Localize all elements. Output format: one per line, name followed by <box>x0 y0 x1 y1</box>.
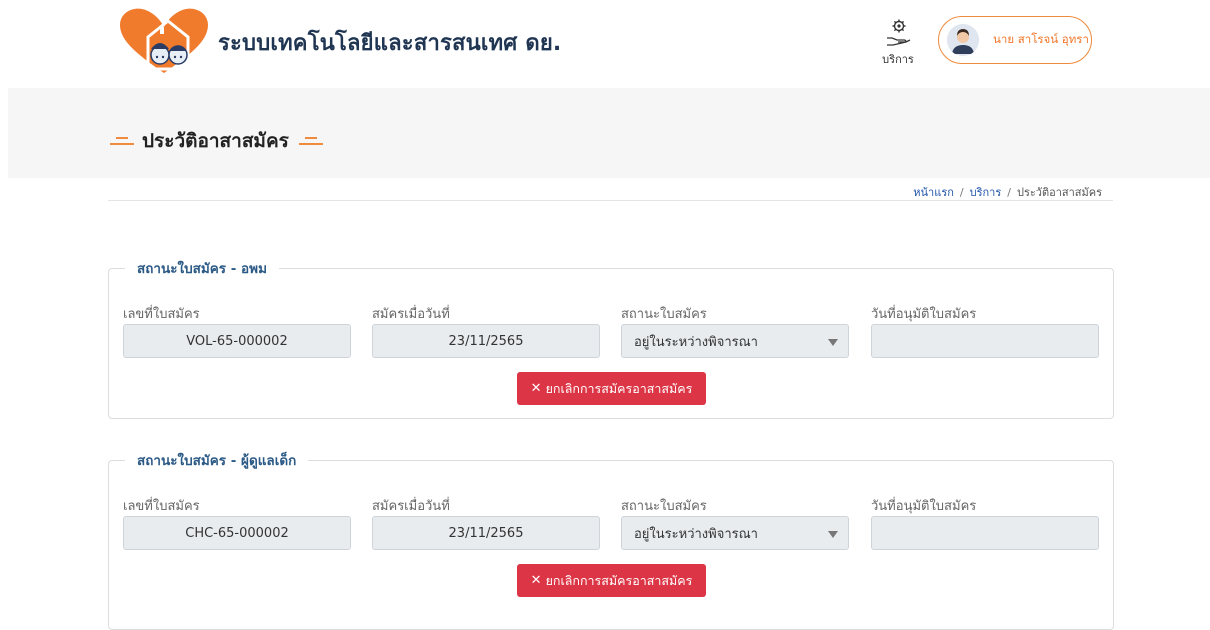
cancel-application-button[interactable]: ✕ ยกเลิกการสมัครอาสาสมัคร <box>517 564 706 597</box>
breadcrumb-separator: / <box>1007 186 1011 199</box>
status-select[interactable]: อยู่ในระหว่างพิจารณา <box>621 516 849 550</box>
breadcrumb-service-link[interactable]: บริการ <box>970 186 1002 199</box>
breadcrumb-current: ประวัติอาสาสมัคร <box>1016 186 1102 199</box>
application-no-label: เลขที่ใบสมัคร <box>123 307 200 322</box>
close-icon: ✕ <box>530 381 542 396</box>
title-decoration-left <box>110 136 134 146</box>
applied-date-label: สมัครเมื่อวันที่ <box>372 499 450 514</box>
application-no-field[interactable]: CHC-65-000002 <box>123 516 351 550</box>
top-header: ระบบเทคโนโลยีและสารสนเทศ ดย. บริการ นาย … <box>0 0 1210 88</box>
cancel-button-label: ยกเลิกการสมัครอาสาสมัคร <box>545 572 693 588</box>
user-name: นาย สาโรจน์ อุทรา <box>993 32 1089 46</box>
page-title-text: ประวัติอาสาสมัคร <box>142 130 289 152</box>
breadcrumb-divider <box>108 200 1113 201</box>
breadcrumb-home-link[interactable]: หน้าแรก <box>913 186 954 199</box>
app-title[interactable]: ระบบเทคโนโลยีและสารสนเทศ ดย. <box>218 25 561 60</box>
service-menu-button[interactable]: บริการ <box>878 18 918 70</box>
application-no-field[interactable]: VOL-65-000002 <box>123 324 351 358</box>
status-select[interactable]: อยู่ในระหว่างพิจารณา <box>621 324 849 358</box>
application-status-panel-childcare: สถานะใบสมัคร - ผู้ดูแลเด็ก เลขที่ใบสมัคร… <box>108 449 1114 630</box>
applied-date-field[interactable]: 23/11/2565 <box>372 516 600 550</box>
application-status-panel-volunteer: สถานะใบสมัคร - อพม เลขที่ใบสมัคร VOL-65-… <box>108 257 1114 419</box>
user-profile-button[interactable]: นาย สาโรจน์ อุทรา <box>938 16 1092 64</box>
title-decoration-right <box>298 136 323 146</box>
status-select-value: อยู่ในระหว่างพิจารณา <box>634 526 758 542</box>
cancel-button-label: ยกเลิกการสมัครอาสาสมัคร <box>545 380 693 396</box>
dropdown-caret-icon <box>828 339 838 346</box>
status-select-value: อยู่ในระหว่างพิจารณา <box>634 334 758 350</box>
application-no-group: เลขที่ใบสมัคร VOL-65-000002 <box>123 303 351 358</box>
approved-date-group: วันที่อนุมัติใบสมัคร <box>871 303 1099 358</box>
department-logo[interactable] <box>118 7 210 77</box>
page-title: ประวัติอาสาสมัคร <box>110 126 323 156</box>
status-group: สถานะใบสมัคร อยู่ในระหว่างพิจารณา <box>621 303 849 358</box>
panel-legend: สถานะใบสมัคร - อพม <box>125 257 279 279</box>
breadcrumb-separator: / <box>959 186 964 199</box>
application-no-label: เลขที่ใบสมัคร <box>123 499 200 514</box>
panel-legend: สถานะใบสมัคร - ผู้ดูแลเด็ก <box>125 449 309 471</box>
close-icon: ✕ <box>530 573 542 588</box>
breadcrumb: หน้าแรก / บริการ / ประวัติอาสาสมัคร <box>913 183 1102 201</box>
approved-date-field[interactable] <box>871 324 1099 358</box>
status-group: สถานะใบสมัคร อยู่ในระหว่างพิจารณา <box>621 495 849 550</box>
approved-date-field[interactable] <box>871 516 1099 550</box>
user-avatar-icon <box>947 24 979 56</box>
application-no-group: เลขที่ใบสมัคร CHC-65-000002 <box>123 495 351 550</box>
status-label: สถานะใบสมัคร <box>621 499 707 514</box>
approved-date-label: วันที่อนุมัติใบสมัคร <box>871 307 977 322</box>
cancel-application-button[interactable]: ✕ ยกเลิกการสมัครอาสาสมัคร <box>517 372 706 405</box>
approved-date-label: วันที่อนุมัติใบสมัคร <box>871 499 977 514</box>
applied-date-field[interactable]: 23/11/2565 <box>372 324 600 358</box>
service-gear-hand-icon <box>887 19 911 46</box>
applied-date-group: สมัครเมื่อวันที่ 23/11/2565 <box>372 303 600 358</box>
approved-date-group: วันที่อนุมัติใบสมัคร <box>871 495 1099 550</box>
applied-date-label: สมัครเมื่อวันที่ <box>372 307 450 322</box>
applied-date-group: สมัครเมื่อวันที่ 23/11/2565 <box>372 495 600 550</box>
status-label: สถานะใบสมัคร <box>621 307 707 322</box>
service-label: บริการ <box>882 53 914 66</box>
dropdown-caret-icon <box>828 531 838 538</box>
